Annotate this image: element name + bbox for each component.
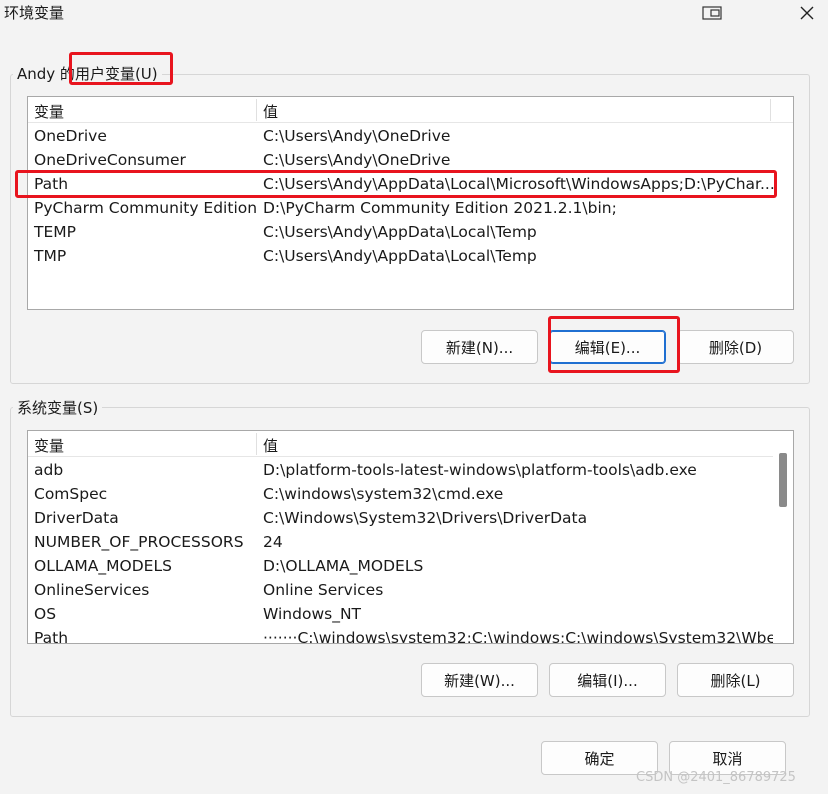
variable-value: D:\PyCharm Community Edition 2021.2.1\bi… [263,199,617,217]
variable-name: OneDriveConsumer [34,151,186,169]
variable-value: C:\Users\Andy\OneDrive [263,151,451,169]
variable-name: adb [34,461,64,479]
variable-value: C:\Users\Andy\OneDrive [263,127,451,145]
variable-name: OS [34,605,57,623]
table-row[interactable]: PyCharm Community Edition D:\PyCharm Com… [28,196,793,220]
user-variables-label-prefix: Andy 的 [17,65,75,83]
column-header-value[interactable]: 值 [263,435,278,456]
variable-value: Online Services [263,581,384,599]
column-divider[interactable] [256,99,257,121]
system-variables-list[interactable]: 变量 值 adb D:\platform-tools-latest-window… [27,430,794,644]
window-pin-icon[interactable] [702,5,722,21]
table-row[interactable]: Path ·······C:\windows\system32;C:\windo… [28,626,793,644]
variable-value: C:\Users\Andy\AppData\Local\Temp [263,223,537,241]
user-edit-button[interactable]: 编辑(E)... [549,330,666,364]
variable-name: PyCharm Community Edition [34,199,258,217]
variable-name: OLLAMA_MODELS [34,557,172,575]
table-row[interactable]: OneDriveConsumer C:\Users\Andy\OneDrive [28,148,793,172]
system-delete-button[interactable]: 删除(L) [677,663,794,697]
scrollbar-thumb[interactable] [779,453,787,507]
variable-value: C:\Windows\System32\Drivers\DriverData [263,509,588,527]
user-new-button[interactable]: 新建(N)... [421,330,538,364]
table-row[interactable]: OLLAMA_MODELS D:\OLLAMA_MODELS [28,554,793,578]
system-edit-button[interactable]: 编辑(I)... [549,663,666,697]
table-row[interactable]: TMP C:\Users\Andy\AppData\Local\Temp [28,244,793,268]
variable-name: OneDrive [34,127,107,145]
table-row[interactable]: OS Windows_NT [28,602,793,626]
system-variables-label: 系统变量(S) [13,397,103,418]
variable-value: ·······C:\windows\system32;C:\windows;C:… [263,629,791,644]
variable-name: Path [34,175,69,193]
variable-value: D:\OLLAMA_MODELS [263,557,424,575]
column-header-name[interactable]: 变量 [34,101,64,122]
user-variables-label-highlight: 用户变量(U) [74,65,158,83]
variable-name: NUMBER_OF_PROCESSORS [34,533,244,551]
watermark: CSDN @2401_86789725 [636,770,796,785]
variable-value: Windows_NT [263,605,362,623]
table-row[interactable]: OneDrive C:\Users\Andy\OneDrive [28,124,793,148]
table-row[interactable]: adb D:\platform-tools-latest-windows\pla… [28,458,793,482]
variable-name: Path [34,629,69,644]
system-new-button[interactable]: 新建(W)... [421,663,538,697]
column-divider[interactable] [770,99,771,121]
table-row[interactable]: TEMP C:\Users\Andy\AppData\Local\Temp [28,220,793,244]
table-row[interactable]: DriverData C:\Windows\System32\Drivers\D… [28,506,793,530]
table-row[interactable]: NUMBER_OF_PROCESSORS 24 [28,530,793,554]
close-button[interactable] [790,0,824,26]
variable-name: TEMP [34,223,76,241]
variable-value: 24 [263,533,283,551]
system-list-header: 变量 值 [28,431,793,457]
user-variables-label: Andy 的用户变量(U) [13,63,162,84]
column-header-value[interactable]: 值 [263,101,278,122]
vertical-scrollbar[interactable] [773,431,793,643]
close-icon [800,6,814,20]
table-row[interactable]: OnlineServices Online Services [28,578,793,602]
user-list-header: 变量 值 [28,97,793,123]
variable-name: TMP [34,247,67,265]
table-row[interactable]: ComSpec C:\windows\system32\cmd.exe [28,482,793,506]
variable-name: OnlineServices [34,581,150,599]
variable-name: ComSpec [34,485,108,503]
window-title: 环境变量 [4,4,65,22]
variable-value: C:\windows\system32\cmd.exe [263,485,504,503]
variable-value: D:\platform-tools-latest-windows\platfor… [263,461,697,479]
column-divider[interactable] [256,433,257,455]
user-delete-button[interactable]: 删除(D) [677,330,794,364]
user-variables-list[interactable]: 变量 值 OneDrive C:\Users\Andy\OneDrive One… [27,96,794,310]
variable-value: C:\Users\Andy\AppData\Local\Microsoft\Wi… [263,175,775,193]
title-bar: 环境变量 [0,0,828,30]
column-header-name[interactable]: 变量 [34,435,64,456]
variable-value: C:\Users\Andy\AppData\Local\Temp [263,247,537,265]
table-row[interactable]: Path C:\Users\Andy\AppData\Local\Microso… [28,172,793,196]
variable-name: DriverData [34,509,119,527]
